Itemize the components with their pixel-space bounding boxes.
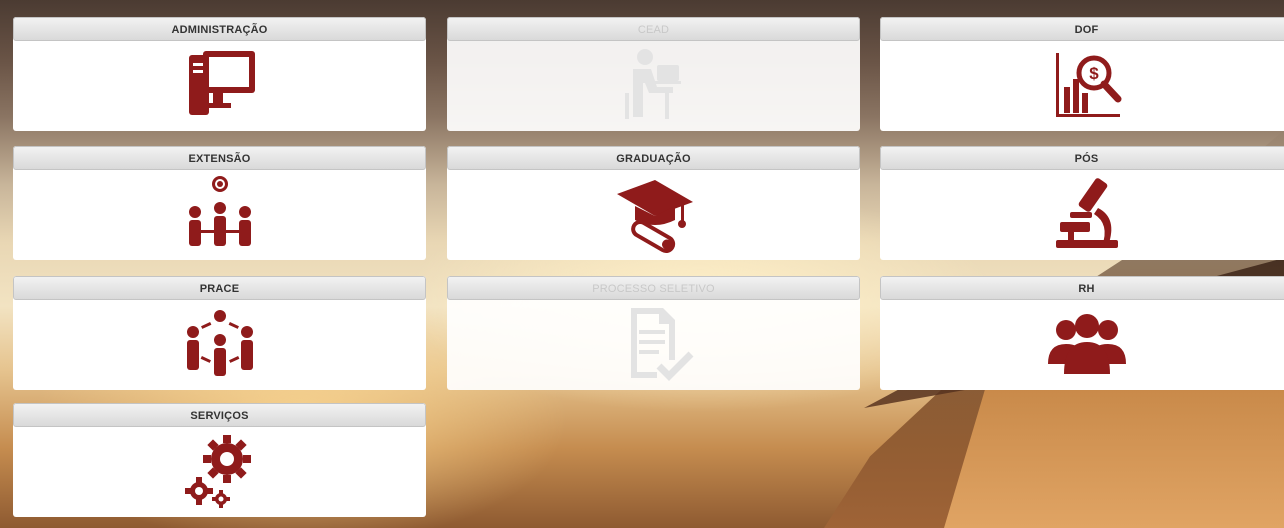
tile-rh[interactable]: RH	[880, 276, 1284, 390]
people-network-icon	[186, 310, 253, 376]
tile-extensao[interactable]: EXTENSÃO	[13, 146, 426, 260]
gears-icon	[184, 435, 251, 508]
tile-administracao[interactable]: ADMINISTRAÇÃO	[13, 17, 426, 131]
tile-graduacao[interactable]: GRADUAÇÃO	[447, 146, 860, 260]
tile-title: SERVIÇOS	[13, 403, 426, 427]
svg-text:$: $	[1089, 64, 1099, 83]
tile-title: ADMINISTRAÇÃO	[13, 17, 426, 41]
document-check-icon	[630, 308, 693, 381]
microscope-icon	[1055, 178, 1118, 248]
community-globe-icon	[188, 176, 251, 246]
tile-title: EXTENSÃO	[13, 146, 426, 170]
background-wall	[944, 390, 1284, 528]
person-at-desk-icon	[624, 49, 681, 119]
graduation-cap-diploma-icon	[616, 180, 693, 253]
tile-dof[interactable]: DOF $	[880, 17, 1284, 131]
financial-chart-search-icon: $	[1055, 53, 1121, 117]
tile-processo-seletivo: PROCESSO SELETIVO	[447, 276, 860, 390]
tile-servicos[interactable]: SERVIÇOS	[13, 403, 426, 517]
computer-icon	[188, 51, 255, 115]
tile-title: PROCESSO SELETIVO	[447, 276, 860, 300]
tile-title: RH	[880, 276, 1284, 300]
tile-title: GRADUAÇÃO	[447, 146, 860, 170]
tile-title: DOF	[880, 17, 1284, 41]
tile-pos[interactable]: PÓS	[880, 146, 1284, 260]
tile-title: PRACE	[13, 276, 426, 300]
tile-title: CEAD	[447, 17, 860, 41]
tile-prace[interactable]: PRACE	[13, 276, 426, 390]
tile-title: PÓS	[880, 146, 1284, 170]
tile-cead: CEAD	[447, 17, 860, 131]
users-group-icon	[1047, 314, 1126, 374]
